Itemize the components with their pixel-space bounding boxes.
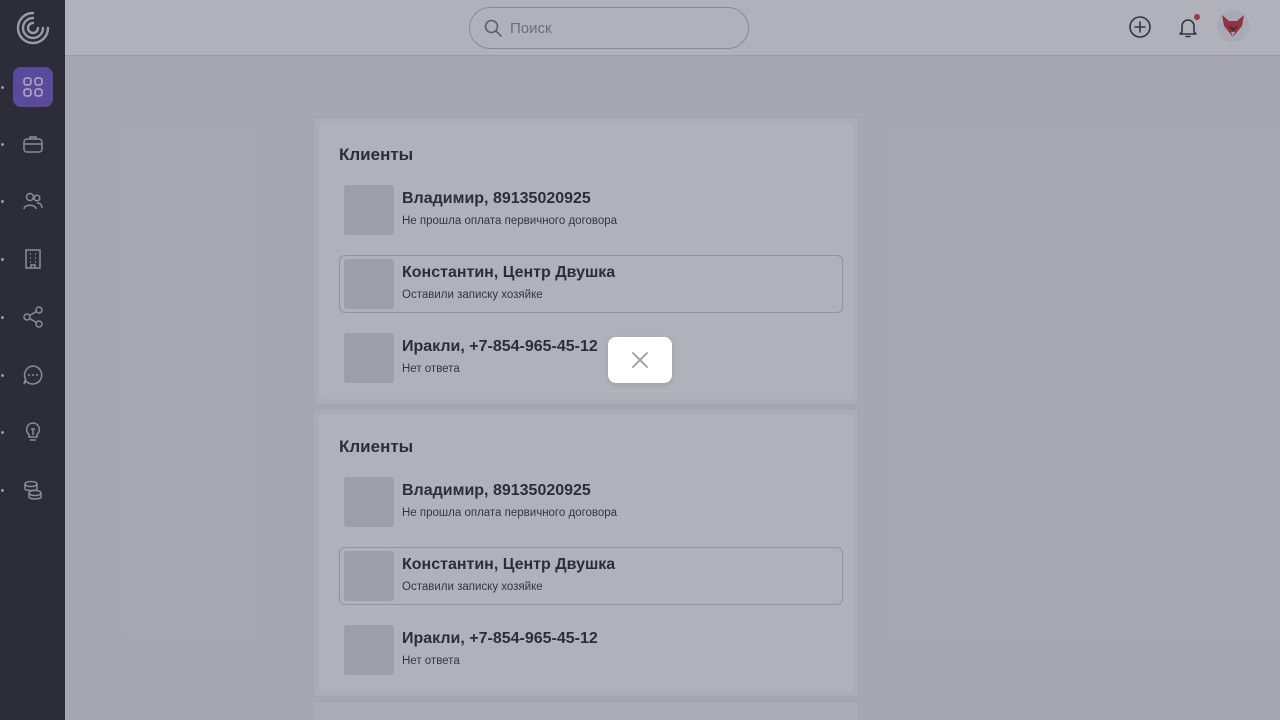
close-button[interactable] bbox=[608, 337, 672, 383]
close-icon bbox=[632, 352, 648, 368]
